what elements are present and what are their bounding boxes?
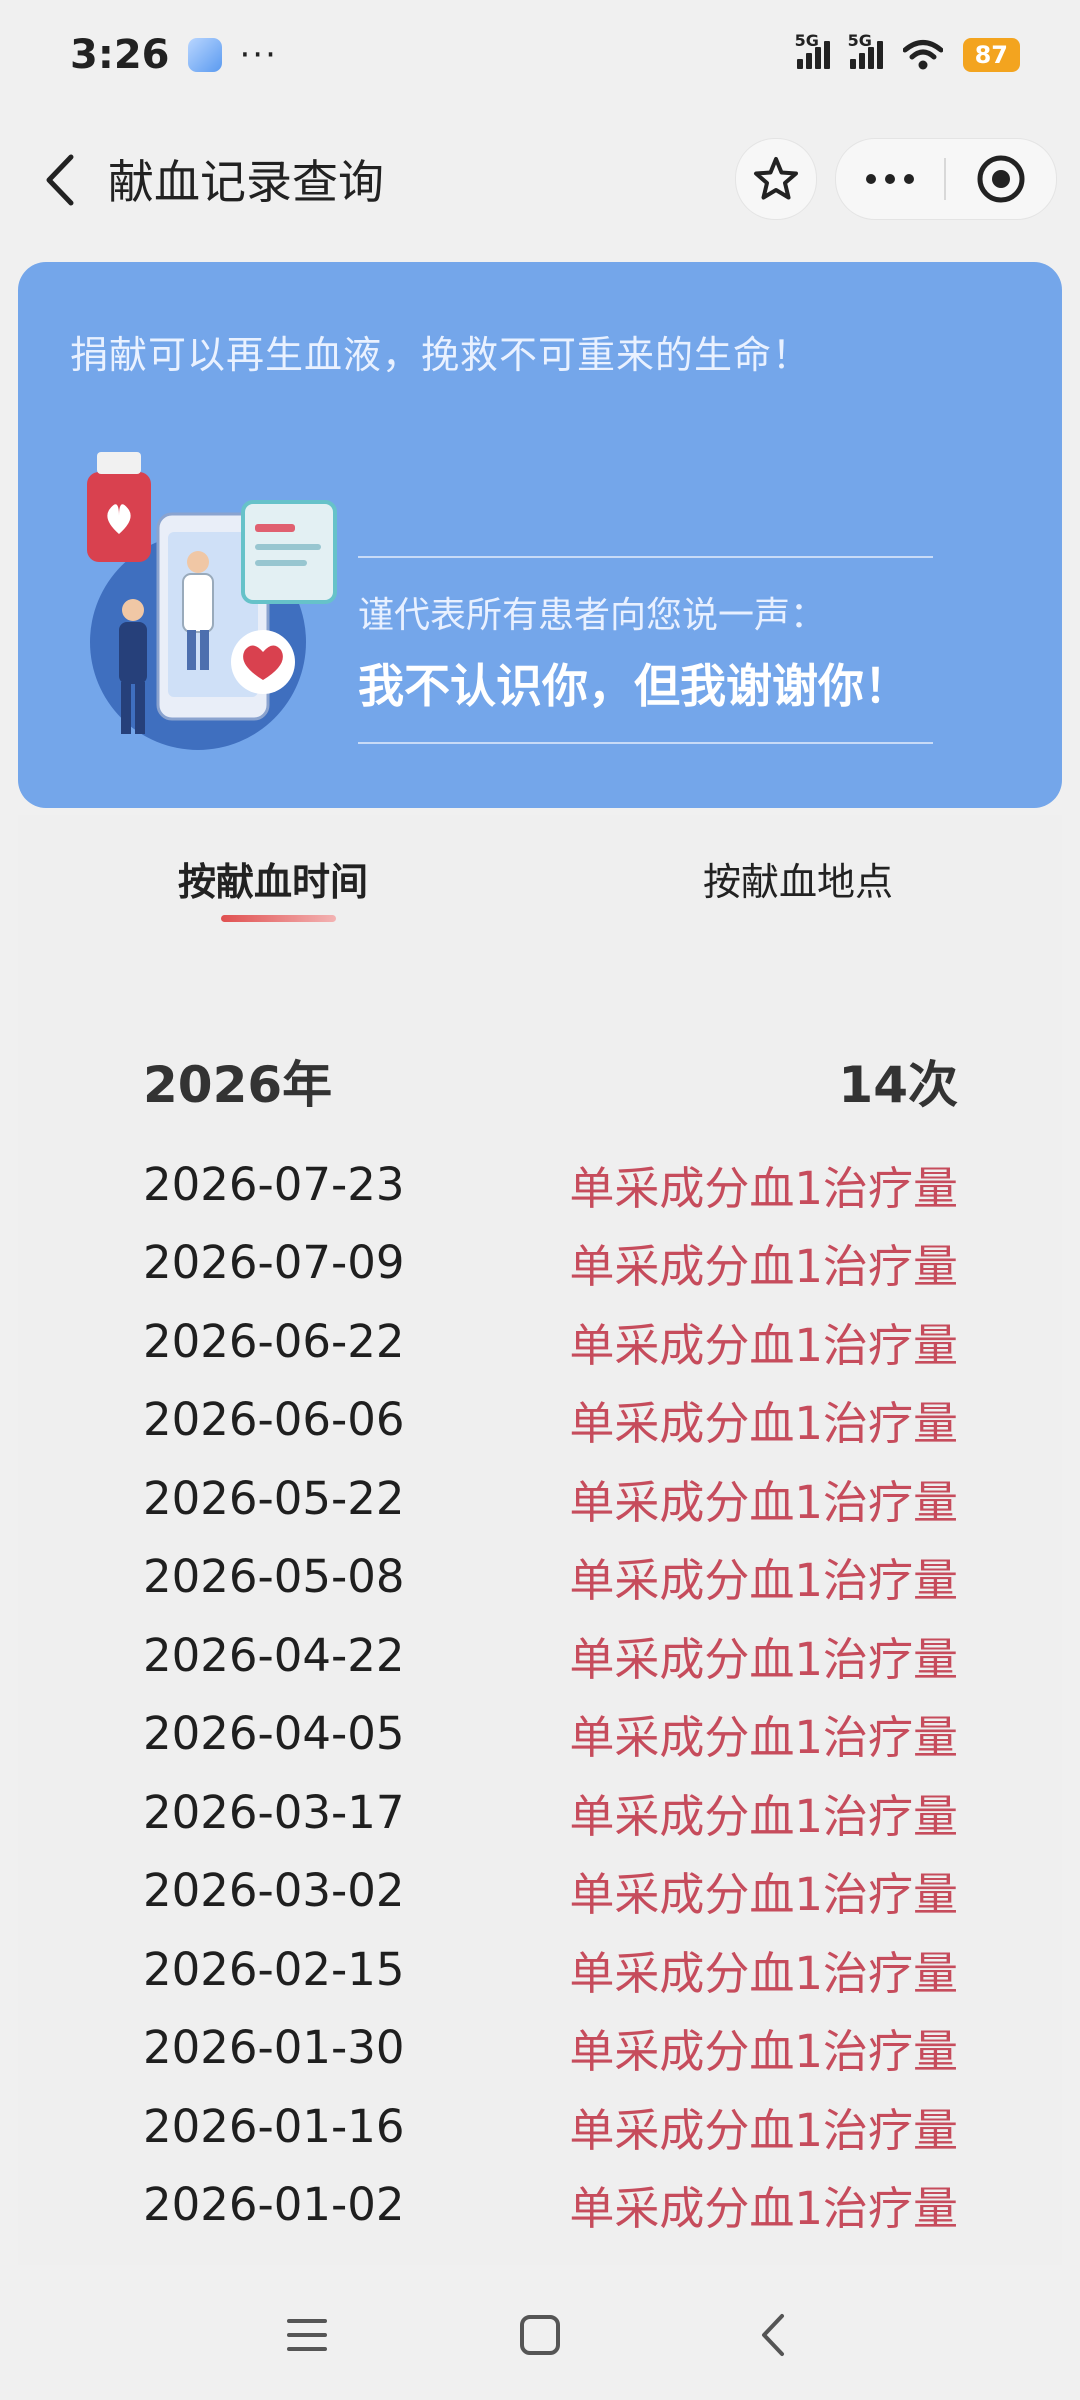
- star-icon: [754, 157, 798, 200]
- record-date: 2026-06-22: [143, 1314, 405, 1368]
- system-back-button[interactable]: [743, 2305, 803, 2365]
- record-date: 2026-05-08: [143, 1550, 405, 1604]
- record-row: 2026-03-02 单采成分血1治疗量: [143, 1852, 958, 1931]
- signal-label: 5G: [794, 31, 819, 50]
- more-button[interactable]: [836, 174, 944, 184]
- record-row: 2026-01-02 单采成分血1治疗量: [143, 2166, 958, 2245]
- record-type: 单采成分血1治疗量: [569, 2182, 958, 2236]
- system-menu-button[interactable]: [277, 2305, 337, 2365]
- record-type: 单采成分血1治疗量: [569, 1554, 958, 1608]
- record-type: 单采成分血1治疗量: [569, 1711, 958, 1765]
- record-row: 2026-05-22 单采成分血1治疗量: [143, 1459, 958, 1538]
- record-date: 2026-07-23: [143, 1157, 405, 1211]
- banner-divider-bottom: [358, 742, 933, 744]
- page-title: 献血记录查询: [108, 155, 384, 209]
- status-bar: 3:26 ··· 5G 5G 87: [0, 0, 1080, 110]
- record-type: 单采成分血1治疗量: [569, 1318, 958, 1372]
- record-date: 2026-04-22: [143, 1628, 405, 1682]
- record-type: 单采成分血1治疗量: [569, 1161, 958, 1215]
- record-type: 单采成分血1治疗量: [569, 1789, 958, 1843]
- record-date: 2026-05-22: [143, 1471, 405, 1525]
- record-row: 2026-01-30 单采成分血1治疗量: [143, 2009, 958, 2088]
- record-date: 2026-01-02: [143, 2178, 405, 2232]
- record-date: 2026-03-17: [143, 1785, 405, 1839]
- donation-count: 14次: [838, 1056, 958, 1114]
- chevron-left-icon: [46, 154, 74, 206]
- record-row: 2026-04-05 单采成分血1治疗量: [143, 1695, 958, 1774]
- active-tab-indicator: [221, 915, 336, 922]
- menu-icon: [286, 2319, 327, 2351]
- records-card: 按献血时间 按献血地点 2026年 14次 2026-07-23 单采成分血1治疗…: [18, 815, 1062, 2265]
- record-type: 单采成分血1治疗量: [569, 1632, 958, 1686]
- record-row: 2026-01-16 单采成分血1治疗量: [143, 2087, 958, 2166]
- record-row: 2026-02-15 单采成分血1治疗量: [143, 1930, 958, 2009]
- record-date: 2026-01-16: [143, 2099, 405, 2153]
- close-button[interactable]: [946, 153, 1056, 205]
- signal-icon-2: 5G: [848, 31, 883, 69]
- blood-donation-illustration-icon: [87, 452, 337, 750]
- record-date: 2026-03-02: [143, 1864, 405, 1918]
- nav-bar: 献血记录查询: [0, 110, 1080, 250]
- record-type: 单采成分血1治疗量: [569, 1475, 958, 1529]
- wifi-icon: [902, 40, 943, 70]
- favorite-button[interactable]: [735, 138, 817, 220]
- record-type: 单采成分血1治疗量: [569, 1397, 958, 1451]
- battery-indicator: 87: [962, 38, 1020, 72]
- status-more-dots: ···: [239, 35, 278, 75]
- signal-label-2: 5G: [847, 31, 872, 50]
- record-date: 2026-04-05: [143, 1707, 405, 1761]
- tab-by-time[interactable]: 按献血时间: [178, 851, 368, 906]
- record-type: 单采成分血1治疗量: [569, 1240, 958, 1294]
- app-notification-icon: [187, 38, 222, 72]
- status-right: 5G 5G 87: [795, 31, 1020, 72]
- record-type: 单采成分血1治疗量: [569, 1868, 958, 1922]
- record-date: 2026-02-15: [143, 1942, 405, 1996]
- signal-icon: 5G: [795, 31, 830, 69]
- record-type: 单采成分血1治疗量: [569, 2103, 958, 2157]
- banner-thanks-sub: 谨代表所有患者向您说一声：: [358, 595, 827, 636]
- record-date: 2026-01-30: [143, 2021, 405, 2075]
- system-home-button[interactable]: [510, 2305, 570, 2365]
- record-row: 2026-07-23 单采成分血1治疗量: [143, 1145, 958, 1224]
- status-time: 3:26: [70, 32, 170, 78]
- home-square-icon: [519, 2315, 560, 2355]
- record-type: 单采成分血1治疗量: [569, 2025, 958, 2079]
- year-summary: 2026年 14次: [143, 1045, 958, 1117]
- year-label: 2026年: [143, 1056, 333, 1114]
- banner-thanks-main: 我不认识你，但我谢谢你！: [358, 659, 910, 713]
- record-date: 2026-07-09: [143, 1236, 405, 1290]
- more-dots-icon: [866, 174, 876, 184]
- mini-program-capsule: [835, 138, 1057, 220]
- record-row: 2026-04-22 单采成分血1治疗量: [143, 1616, 958, 1695]
- banner-divider-top: [358, 556, 933, 558]
- record-row: 2026-06-06 单采成分血1治疗量: [143, 1381, 958, 1460]
- record-row: 2026-06-22 单采成分血1治疗量: [143, 1302, 958, 1381]
- record-row: 2026-03-17 单采成分血1治疗量: [143, 1773, 958, 1852]
- back-button[interactable]: [30, 150, 90, 210]
- hero-banner: 捐献可以再生血液，挽救不可重来的生命！ 谨代表所有患者向您说一声： 我不认识你，…: [18, 262, 1062, 808]
- record-date: 2026-06-06: [143, 1393, 405, 1447]
- banner-slogan: 捐献可以再生血液，挽救不可重来的生命！: [70, 333, 812, 377]
- back-chevron-icon: [762, 2314, 785, 2356]
- system-nav-bar: [0, 2270, 1080, 2400]
- record-row: 2026-07-09 单采成分血1治疗量: [143, 1224, 958, 1303]
- target-circle-icon: [977, 155, 1025, 203]
- record-type: 单采成分血1治疗量: [569, 1946, 958, 2000]
- record-row: 2026-05-08 单采成分血1治疗量: [143, 1538, 958, 1617]
- record-list: 2026-07-23 单采成分血1治疗量 2026-07-09 单采成分血1治疗量 20…: [143, 1145, 958, 2244]
- status-left: 3:26 ···: [70, 32, 278, 78]
- tab-by-location[interactable]: 按献血地点: [703, 851, 893, 906]
